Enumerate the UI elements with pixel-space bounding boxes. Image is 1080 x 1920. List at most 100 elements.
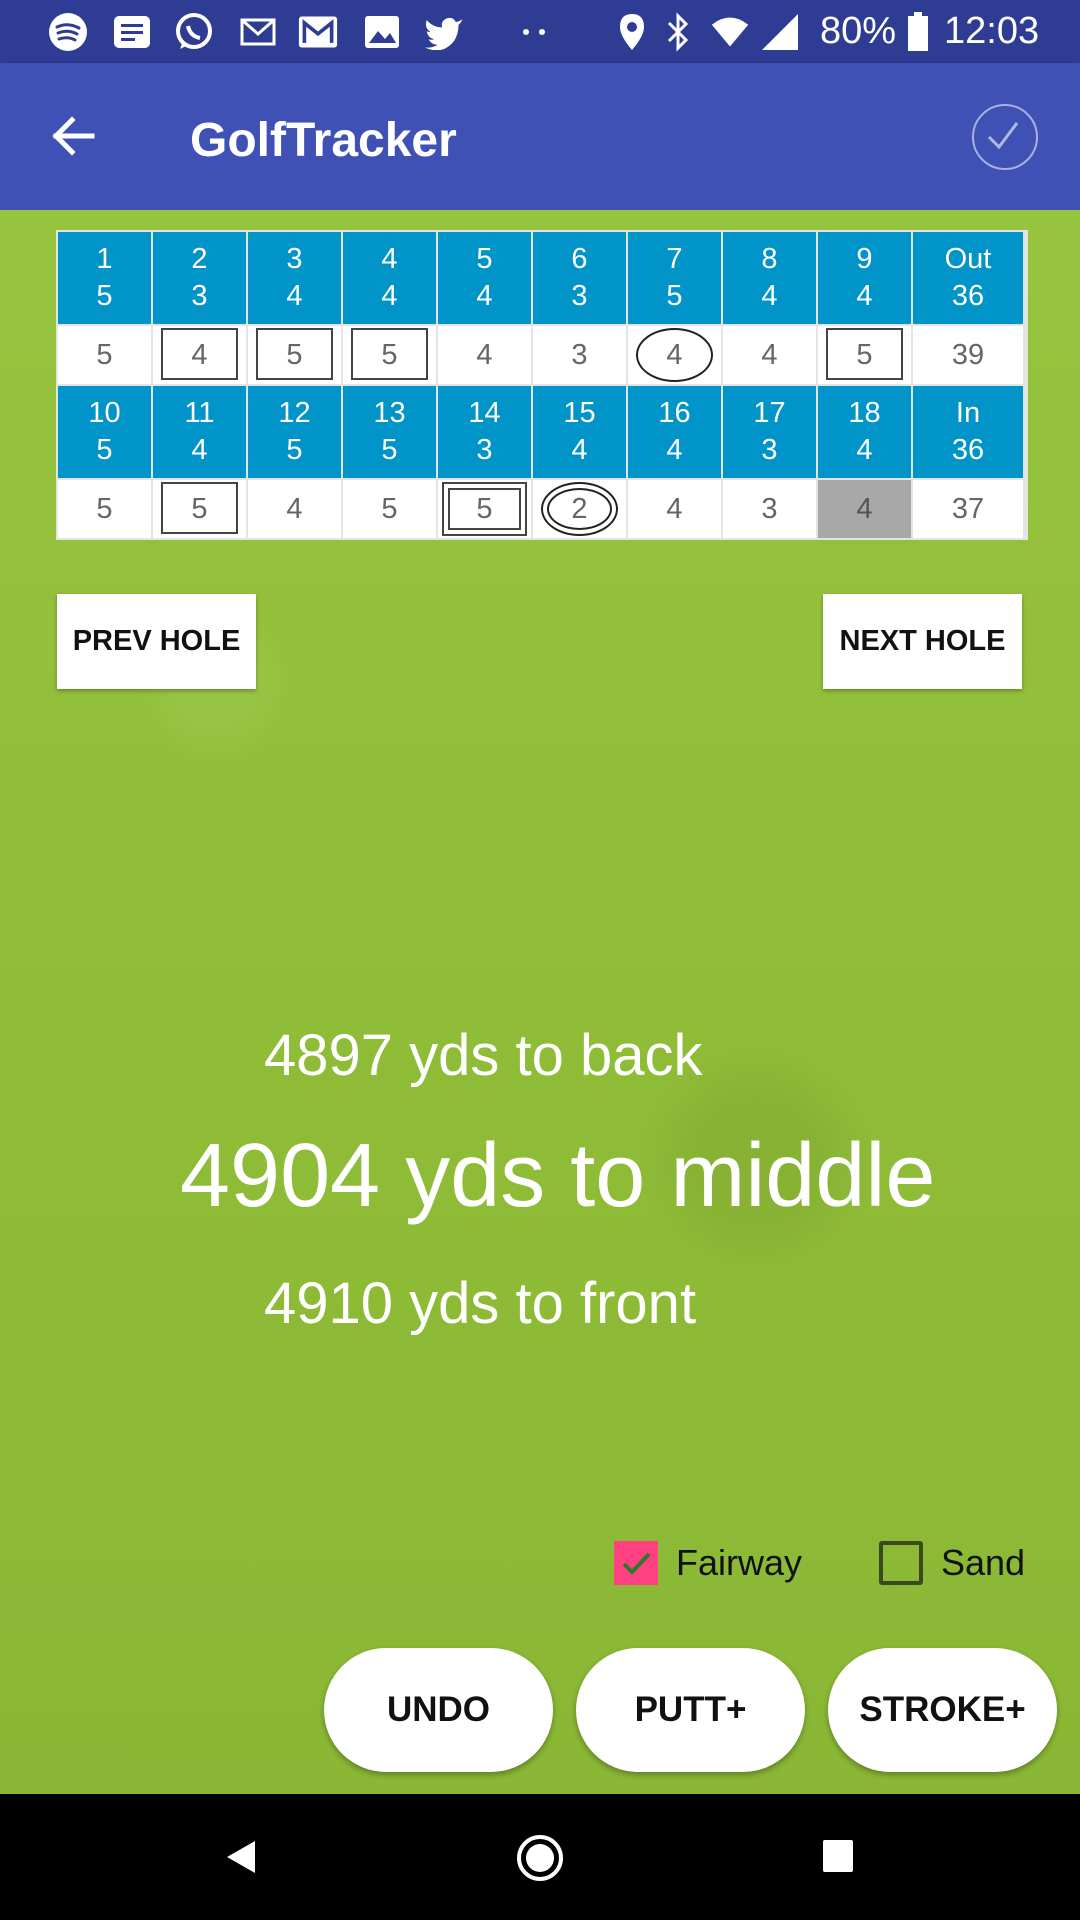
hole-header: 84 <box>723 232 816 324</box>
hole-header: 75 <box>628 232 721 324</box>
total-score-cell: 37 <box>913 480 1023 538</box>
front_nine-total-header: Out 36 <box>913 232 1023 324</box>
scorecard-grid: 1 5 2 3 3 4 4 4 5 4 6 3 7 5 8 4 9 4 Out 36 5 4 5 5 4 3 4 4 5 39 10 5 11 4… <box>56 230 1028 540</box>
score-value: 5 <box>856 338 873 371</box>
next-hole-button[interactable]: NEXT HOLE <box>823 594 1022 689</box>
signal-icon <box>760 12 800 52</box>
hole-score-cell[interactable]: 4 <box>818 480 911 538</box>
par-value: 4 <box>286 280 303 312</box>
hole-score-cell[interactable]: 5 <box>343 480 436 538</box>
prev-hole-button[interactable]: PREV HOLE <box>57 594 256 689</box>
par-value: 5 <box>381 434 398 466</box>
par-value: 5 <box>96 434 113 466</box>
par-value: 4 <box>856 434 873 466</box>
hole-score-cell[interactable]: 3 <box>533 326 626 384</box>
par-value: 3 <box>761 434 778 466</box>
total-label: In <box>955 397 981 429</box>
par-value: 5 <box>96 280 113 312</box>
hole-header: 44 <box>343 232 436 324</box>
hole-header: 54 <box>438 232 531 324</box>
hole-header: 34 <box>248 232 341 324</box>
back_nine-total-header: In 36 <box>913 386 1023 478</box>
hole-score-cell[interactable]: 3 <box>723 480 816 538</box>
sand-option[interactable]: Sand <box>879 1537 1025 1589</box>
mail-icon <box>238 12 278 52</box>
hole-header: 10 5 <box>58 386 151 478</box>
check-circle-icon[interactable] <box>972 104 1038 170</box>
hole-score-cell[interactable]: 4 <box>723 326 816 384</box>
score-value: 4 <box>666 338 683 371</box>
sand-checkbox[interactable] <box>879 1541 923 1585</box>
par-value: 5 <box>666 280 683 312</box>
distance-to-back: 4897 yds to back <box>264 1023 703 1088</box>
total-score-cell: 39 <box>913 326 1023 384</box>
par-value: 3 <box>191 280 208 312</box>
score-value: 4 <box>191 338 208 371</box>
hole-score-cell[interactable]: 5 <box>58 480 151 538</box>
distance-to-middle: 4904 yds to middle <box>180 1126 936 1226</box>
hole-score-cell[interactable]: 5 <box>248 326 341 384</box>
nav-recents-icon[interactable] <box>822 1839 854 1873</box>
score-value: 4 <box>666 492 683 525</box>
app-title: GolfTracker <box>190 114 457 167</box>
photo-icon <box>362 12 402 52</box>
fairway-checkbox[interactable] <box>614 1541 658 1585</box>
hole-header: 15 <box>58 232 151 324</box>
hole-score-cell[interactable]: 5 <box>58 326 151 384</box>
hole-number: 5 <box>476 243 493 275</box>
hole-number: 11 <box>184 397 215 429</box>
score-value: 5 <box>286 338 303 371</box>
hole-number: 8 <box>761 243 778 275</box>
hole-score-cell[interactable]: 5 <box>818 326 911 384</box>
hole-score-cell[interactable]: 5 <box>343 326 436 384</box>
hole-score-cell[interactable]: 5 <box>153 480 246 538</box>
score-value: 3 <box>761 492 778 525</box>
hole-score-cell[interactable]: 4 <box>628 326 721 384</box>
hole-header: 17 3 <box>723 386 816 478</box>
fairway-label: Fairway <box>676 1542 803 1583</box>
status-bar: 80% 12:03 <box>0 0 1080 63</box>
battery-percent: 80% <box>820 10 897 52</box>
hole-number: 10 <box>88 397 121 429</box>
score-value: 5 <box>96 338 113 371</box>
hole-score-cell[interactable]: 4 <box>153 326 246 384</box>
score-value: 3 <box>571 338 588 371</box>
hole-header: 15 4 <box>533 386 626 478</box>
hole-header: 94 <box>818 232 911 324</box>
hole-score-cell[interactable]: 4 <box>248 480 341 538</box>
par-value: 4 <box>381 280 398 312</box>
hole-header: 16 4 <box>628 386 721 478</box>
hole-header: 23 <box>153 232 246 324</box>
hole-score-cell[interactable]: 4 <box>628 480 721 538</box>
hole-number: 17 <box>753 397 786 429</box>
undo-button[interactable]: UNDO <box>324 1648 553 1772</box>
hole-number: 7 <box>666 243 683 275</box>
score-value: 5 <box>191 492 208 525</box>
distance-to-front: 4910 yds to front <box>264 1271 697 1336</box>
hole-score-cell[interactable]: 2 <box>533 480 626 538</box>
hole-score-cell[interactable]: 4 <box>438 326 531 384</box>
par-value: 3 <box>571 280 588 312</box>
hole-score-cell[interactable]: 5 <box>438 480 531 538</box>
hole-header: 12 5 <box>248 386 341 478</box>
battery-icon <box>898 12 938 52</box>
hole-header: 63 <box>533 232 626 324</box>
clock: 12:03 <box>944 10 1040 52</box>
score-value: 5 <box>381 492 398 525</box>
par-value: 4 <box>856 280 873 312</box>
nav-back-icon[interactable] <box>225 1839 257 1875</box>
par-value: 4 <box>191 434 208 466</box>
par-value: 4 <box>761 280 778 312</box>
total-label: Out <box>944 243 992 275</box>
back-arrow-icon[interactable] <box>48 111 98 161</box>
par-value: 4 <box>476 280 493 312</box>
stroke-plus-button[interactable]: STROKE+ <box>828 1648 1057 1772</box>
hole-number: 12 <box>278 397 311 429</box>
hole-number: 1 <box>96 243 113 275</box>
score-value: 5 <box>96 492 113 525</box>
fairway-option[interactable]: Fairway <box>614 1537 802 1589</box>
putt-plus-button[interactable]: PUTT+ <box>576 1648 805 1772</box>
more-dots-icon <box>514 12 554 52</box>
nav-home-icon[interactable] <box>516 1834 564 1882</box>
hole-number: 4 <box>381 243 398 275</box>
